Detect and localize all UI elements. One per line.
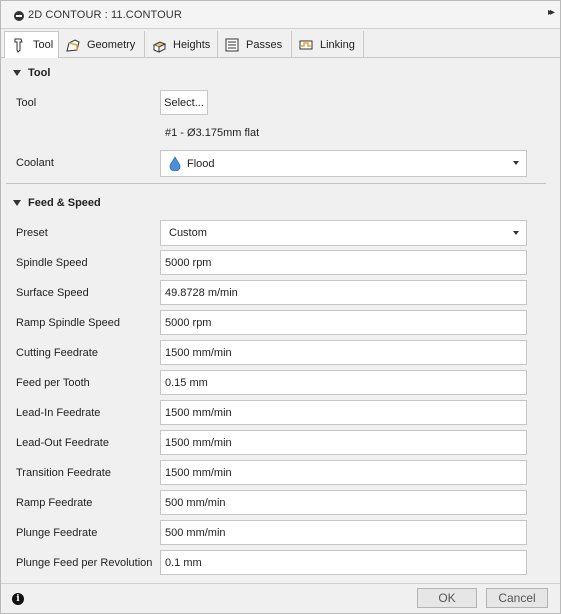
heights-icon	[151, 37, 167, 53]
preset-dropdown[interactable]: Custom	[160, 220, 527, 246]
tab-geometry-label: Geometry	[87, 38, 136, 51]
chevron-down-icon	[513, 161, 519, 165]
feed-row-input[interactable]: 500 mm/min	[160, 520, 527, 545]
feed-row-input[interactable]: 1500 mm/min	[160, 460, 527, 485]
feed-row-input[interactable]: 1500 mm/min	[160, 340, 527, 365]
feed-row-input[interactable]: 1500 mm/min	[160, 430, 527, 455]
tool-section-title: Tool	[28, 67, 51, 79]
feed-row-label: Ramp Spindle Speed	[16, 317, 120, 329]
collapse-icon[interactable]	[14, 11, 24, 21]
tab-passes[interactable]: Passes	[218, 31, 292, 58]
feed-row-input[interactable]: 5000 rpm	[160, 250, 527, 275]
dialog-titlebar: 2D CONTOUR : 11.CONTOUR ▸▸	[1, 1, 560, 29]
feed-row-input[interactable]: 5000 rpm	[160, 310, 527, 335]
tab-linking-label: Linking	[320, 38, 355, 51]
section-divider	[6, 183, 546, 184]
parameters-panel: Tool Tool Select... #1 - Ø3.175mm flat C…	[6, 58, 554, 581]
feed-speed-section-title: Feed & Speed	[28, 197, 101, 209]
tool-icon	[11, 37, 27, 53]
feed-row-label: Feed per Tooth	[16, 377, 90, 389]
info-icon[interactable]: i	[12, 593, 24, 605]
feed-speed-section-header[interactable]: Feed & Speed	[13, 195, 101, 211]
feed-row-input[interactable]: 1500 mm/min	[160, 400, 527, 425]
ok-button[interactable]: OK	[417, 588, 477, 608]
coolant-label: Coolant	[16, 157, 54, 169]
tab-geometry[interactable]: Geometry	[59, 31, 145, 58]
tool-label: Tool	[16, 97, 37, 109]
collapse-triangle-icon	[13, 200, 21, 206]
preset-value: Custom	[169, 227, 207, 239]
tab-tool-label: Tool	[33, 39, 54, 51]
feed-row-label: Transition Feedrate	[16, 467, 111, 479]
tab-tool[interactable]: Tool	[4, 31, 59, 59]
tab-linking[interactable]: Linking	[292, 31, 364, 58]
feed-row-label: Lead-Out Feedrate	[16, 437, 109, 449]
feed-row-input[interactable]: 500 mm/min	[160, 490, 527, 515]
tab-passes-label: Passes	[246, 38, 283, 51]
feed-row-label: Surface Speed	[16, 287, 89, 299]
cancel-button[interactable]: Cancel	[486, 588, 548, 608]
feed-row-input[interactable]: 49.8728 m/min	[160, 280, 527, 305]
feed-row-label: Cutting Feedrate	[16, 347, 98, 359]
feed-row-label: Plunge Feedrate	[16, 527, 98, 539]
feed-row-input[interactable]: 0.1 mm	[160, 550, 527, 575]
feed-row-label: Ramp Feedrate	[16, 497, 93, 509]
passes-icon	[224, 37, 240, 53]
feed-row-label: Spindle Speed	[16, 257, 88, 269]
tool-section-header[interactable]: Tool	[13, 65, 50, 81]
tab-bar: Tool Geometry Heights Passes Linking	[1, 29, 560, 59]
expand-icon[interactable]: ▸▸	[548, 7, 555, 18]
tool-description: #1 - Ø3.175mm flat	[165, 127, 260, 139]
chevron-down-icon	[513, 231, 519, 235]
water-drop-icon	[169, 156, 181, 172]
linking-icon	[298, 37, 314, 53]
feed-row-label: Plunge Feed per Revolution	[16, 557, 153, 569]
coolant-value: Flood	[187, 157, 215, 170]
dialog-title: 2D CONTOUR : 11.CONTOUR	[28, 9, 182, 21]
feed-row-label: Lead-In Feedrate	[16, 407, 101, 419]
collapse-triangle-icon	[13, 70, 21, 76]
tab-heights-label: Heights	[173, 38, 211, 51]
preset-label: Preset	[16, 227, 48, 239]
geometry-icon	[65, 37, 81, 53]
contour-dialog: 2D CONTOUR : 11.CONTOUR ▸▸ Tool Geometry…	[0, 0, 561, 614]
tab-heights[interactable]: Heights	[145, 31, 218, 58]
dialog-footer: i OK Cancel	[1, 583, 560, 613]
feed-row-input[interactable]: 0.15 mm	[160, 370, 527, 395]
coolant-dropdown[interactable]: Flood	[160, 150, 527, 177]
tool-select-button[interactable]: Select...	[160, 90, 208, 115]
